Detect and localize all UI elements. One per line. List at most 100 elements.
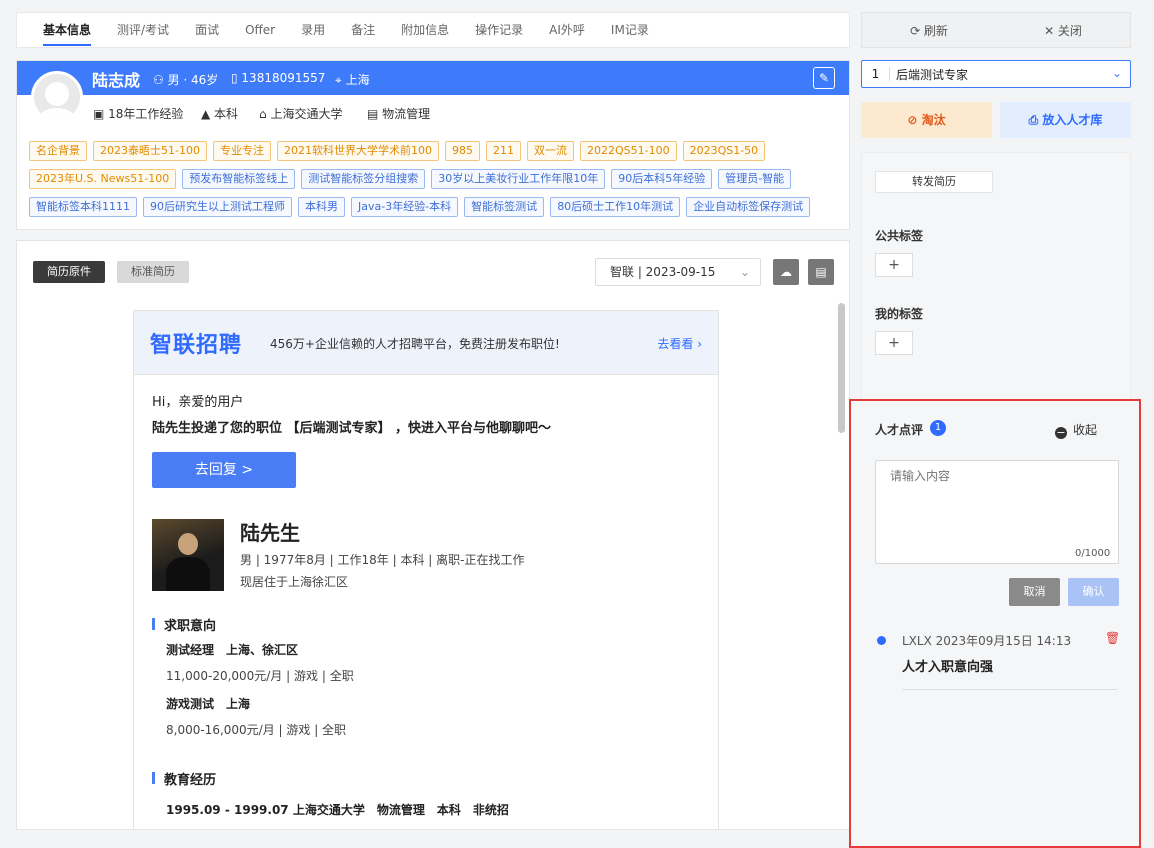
tab-notes[interactable]: 备注 [351,12,375,48]
tab-operation-log[interactable]: 操作记录 [475,12,523,48]
job-intent-2-detail: 8,000-16,000元/月 | 游戏 | 全职 [166,723,347,737]
tab-basic-info[interactable]: 基本信息 [43,12,92,48]
cancel-button[interactable]: 取消 [1009,578,1060,606]
tab-im-record[interactable]: IM记录 [611,12,649,48]
avatar-face [45,82,69,106]
photo-torso [166,557,210,591]
comment-dot-icon [877,636,886,645]
experience: ▣ 18年工作经验 [93,105,183,122]
photo-head [178,533,198,555]
add-to-talent-pool-button[interactable]: ⎙ 放入人才库 [1000,102,1131,138]
job-intent-1-detail: 11,000-20,000元/月 | 游戏 | 全职 [166,669,354,683]
add-my-tag-button[interactable]: + [875,331,913,355]
zhilian-banner: 智联招聘 456万+企业信赖的人才招聘平台，免费注册发布职位! 去看看 › [134,311,718,375]
tag: 名企背景 [29,141,87,161]
school: ⌂ 上海交通大学 [259,105,342,122]
location-icon: ⌖ [335,73,346,87]
resume-source-select[interactable]: 智联 | 2023-09-15 ⌄ [595,258,761,286]
tag-row-2: 2023年U.S. News51-100 预发布智能标签线上 测试智能标签分组搜… [29,169,797,189]
comment-text: 人才入职意向强 [902,660,994,675]
tag: 985 [444,141,480,161]
reply-button[interactable]: 去回复 > [152,452,296,488]
tag: 80后硕士工作10年测试 [550,197,681,217]
inbox-icon: ⎙ [1028,113,1043,127]
trash-icon[interactable]: 🗑 [1105,631,1120,645]
chevron-down-icon: ⌄ [739,265,750,279]
avatar [31,71,83,123]
tab-interview[interactable]: 面试 [195,12,219,48]
tag: 90后本科5年经验 [611,169,713,189]
close-button[interactable]: ✕ 关闭 [996,22,1130,39]
tab-ai-call[interactable]: AI外呼 [549,12,585,48]
resume-document: 智联招聘 456万+企业信赖的人才招聘平台，免费注册发布职位! 去看看 › Hi… [133,310,719,829]
phone-text: 13818091557 [241,71,326,85]
phone-icon: ▯ [231,71,242,85]
refresh-button[interactable]: ⟳ 刷新 [862,22,996,39]
resume-residence: 现居住于上海徐汇区 [240,575,349,589]
tag-row-3: 智能标签本科1111 90后研究生以上测试工程师 本科男 Java-3年经验-本… [29,197,816,217]
edit-icon[interactable]: ✎ [813,67,835,89]
job-intent-1-title: 测试经理 上海、徐汇区 [166,643,299,657]
tag: 企业自动标签保存测试 [686,197,811,217]
candidate-gender-age: ⚇ 男 · 46岁 [153,71,218,88]
tab-hire[interactable]: 录用 [301,12,325,48]
forward-resume-button[interactable]: 转发简历 [875,171,993,193]
cloud-download-icon[interactable]: ☁ [773,259,799,285]
tag: Java-3年经验-本科 [351,197,459,217]
tag: 专业专注 [212,141,271,161]
tag: 管理员-智能 [718,169,792,189]
school-icon: ⌂ [259,107,271,121]
scrollbar[interactable] [838,303,845,433]
tag: 2022QS51-100 [579,141,677,161]
education-item: 1995.09 - 1999.07 上海交通大学 物流管理 本科 非统招 [166,803,509,817]
tab-assessment[interactable]: 测评/考试 [117,12,169,48]
school-text: 上海交通大学 [270,107,343,121]
add-pool-label: 放入人才库 [1042,113,1103,127]
tag: 测试智能标签分组搜索 [301,169,426,189]
job-select[interactable]: 1 后端测试专家 ⌄ [861,60,1131,88]
candidate-city: ⌖ 上海 [335,71,370,88]
chevron-down-icon: ⌄ [1111,66,1122,80]
standard-resume-button[interactable]: 标准简历 [117,261,189,283]
banner-link[interactable]: 去看看 › [657,335,702,352]
comment-char-counter: 0/1000 [1075,548,1111,559]
confirm-button[interactable]: 确认 [1068,578,1119,606]
section-education: 教育经历 [152,769,216,788]
job-intent-2-title: 游戏测试 上海 [166,697,251,711]
book-icon: ▤ [367,107,383,121]
tag: 2023年U.S. News51-100 [29,169,177,189]
collapse-label: 收起 [1073,423,1098,437]
candidate-photo [152,519,224,591]
candidate-phone: ▯ 13818091557 [231,71,325,85]
collapse-button[interactable]: − 收起 [1055,421,1097,439]
tag: 预发布智能标签线上 [182,169,296,189]
city-text: 上海 [345,73,370,87]
resume-panel: 简历原件 标准简历 智联 | 2023-09-15 ⌄ ☁ ▤ 智联招聘 456… [16,240,850,830]
tag: 30岁以上美妆行业工作年限10年 [431,169,606,189]
minus-circle-icon: − [1055,426,1067,439]
tag: 2023泰晤士51-100 [93,141,207,161]
briefcase-icon: ▣ [93,107,109,121]
major: ▤ 物流管理 [367,105,430,122]
original-resume-button[interactable]: 简历原件 [33,261,105,283]
tab-extra-info[interactable]: 附加信息 [401,12,449,48]
tab-offer[interactable]: Offer [245,12,275,48]
tag: 智能标签本科1111 [29,197,137,217]
greeting: Hi，亲爱的用户 [152,395,244,410]
eliminate-button[interactable]: ⊘ 淘汰 [861,102,992,138]
tag-row-1: 名企背景 2023泰晤士51-100 专业专注 2021软科世界大学学术前100… [29,141,771,161]
comment-author-time: LXLX 2023年09月15日 14:13 [902,634,1072,648]
degree: ▲ 本科 [201,105,238,122]
person-icon: ⚇ [153,73,168,87]
resume-source-value: 智联 | 2023-09-15 [610,265,716,279]
resume-person-info: 男 | 1977年8月 | 工作18年 | 本科 | 离职-正在找工作 [240,553,525,567]
tag: 211 [485,141,521,161]
comment-title: 人才点评 [875,423,924,437]
job-name: 后端测试专家 [896,67,969,82]
tag: 90后研究生以上测试工程师 [143,197,292,217]
eliminate-label: 淘汰 [921,113,946,127]
tag: 智能标签测试 [464,197,545,217]
document-edit-icon[interactable]: ▤ [808,259,834,285]
add-public-tag-button[interactable]: + [875,253,913,277]
tag: 双一流 [526,141,574,161]
